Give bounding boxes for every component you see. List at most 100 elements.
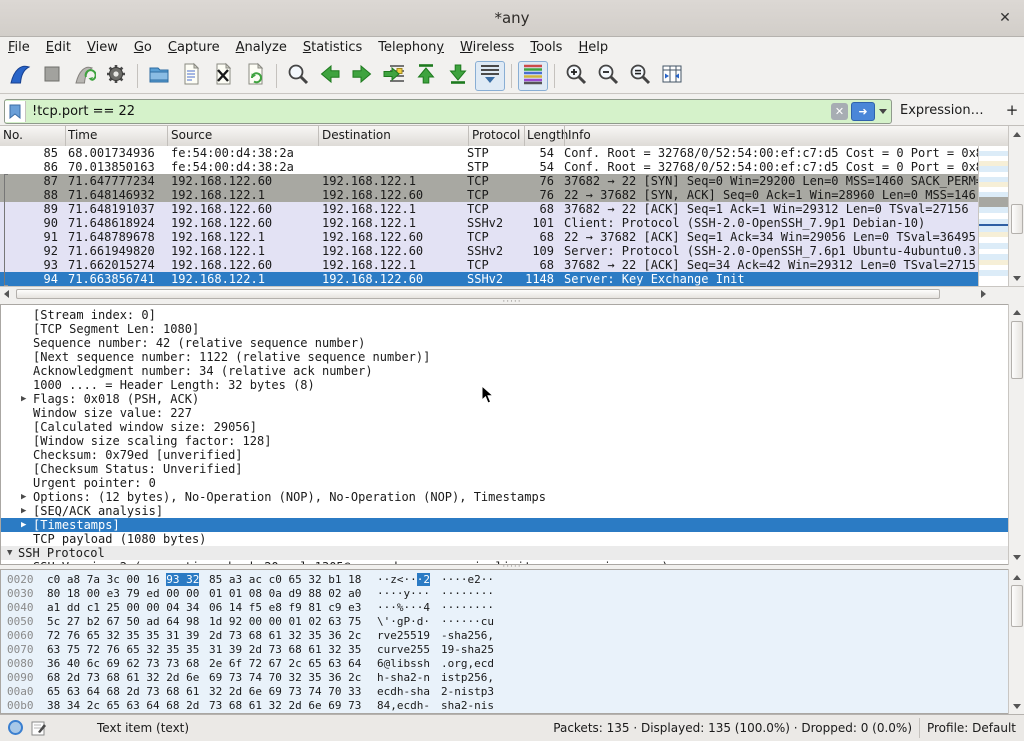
menu-wireless[interactable]: Wireless: [452, 39, 522, 56]
filter-history-caret-icon[interactable]: [877, 109, 889, 114]
expert-info-icon[interactable]: [8, 720, 23, 738]
detail-row[interactable]: ▶Flags: 0x018 (PSH, ACK): [1, 392, 1008, 406]
open-file-button[interactable]: [144, 61, 174, 91]
detail-row[interactable]: Window size value: 227: [1, 406, 1008, 420]
detail-row[interactable]: ▶Options: (12 bytes), No-Operation (NOP)…: [1, 490, 1008, 504]
capture-options-button[interactable]: [101, 61, 131, 91]
add-filter-button[interactable]: +: [1004, 99, 1020, 121]
expand-right-icon[interactable]: ▶: [21, 392, 26, 406]
menu-view[interactable]: View: [79, 39, 126, 56]
go-forward-button[interactable]: [347, 61, 377, 91]
packet-row-94[interactable]: 9471.663856741192.168.122.1192.168.122.6…: [0, 272, 978, 286]
go-back-button[interactable]: [315, 61, 345, 91]
menu-analyze[interactable]: Analyze: [228, 39, 295, 56]
packet-row-86[interactable]: 8670.013850163fe:54:00:d4:38:2aSTP54Conf…: [0, 160, 978, 174]
menu-help[interactable]: Help: [570, 39, 616, 56]
detail-row[interactable]: [Window size scaling factor: 128]: [1, 434, 1008, 448]
column-header-destination[interactable]: Destination: [322, 128, 391, 142]
packet-row-88[interactable]: 8871.648146932192.168.122.1192.168.122.6…: [0, 188, 978, 202]
filter-apply-icon[interactable]: ➜: [851, 102, 875, 121]
expand-right-icon[interactable]: ▶: [21, 518, 26, 532]
go-to-packet-button[interactable]: [379, 61, 409, 91]
close-file-button[interactable]: [208, 61, 238, 91]
expand-down-icon[interactable]: ▼: [7, 546, 12, 560]
hex-row-0050[interactable]: 00505c 27 b2 67 50 ad 64 981d 92 00 00 0…: [1, 615, 1008, 629]
capture-comment-icon[interactable]: [31, 720, 47, 739]
title-bar[interactable]: *any ✕: [0, 0, 1024, 37]
hex-row-00b0[interactable]: 00b038 34 2c 65 63 64 68 2d73 68 61 32 2…: [1, 699, 1008, 713]
detail-row[interactable]: [TCP Segment Len: 1080]: [1, 322, 1008, 336]
detail-row[interactable]: [Checksum Status: Unverified]: [1, 462, 1008, 476]
detail-row[interactable]: Acknowledgment number: 34 (relative ack …: [1, 364, 1008, 378]
bytes-vscrollbar[interactable]: [1008, 569, 1024, 714]
restart-capture-button[interactable]: [69, 61, 99, 91]
detail-row[interactable]: Urgent pointer: 0: [1, 476, 1008, 490]
detail-row[interactable]: [Next sequence number: 1122 (relative se…: [1, 350, 1008, 364]
detail-row[interactable]: ▶[SEQ/ACK analysis]: [1, 504, 1008, 518]
auto-scroll-button[interactable]: [475, 61, 505, 91]
expand-right-icon[interactable]: ▶: [21, 504, 26, 518]
close-icon[interactable]: ✕: [996, 9, 1014, 27]
packet-list-header[interactable]: No. Time Source Destination Protocol LengthIn…: [0, 126, 1008, 147]
column-header-length[interactable]: Length: [527, 128, 568, 142]
packet-row-89[interactable]: 8971.648191037192.168.122.60192.168.122.…: [0, 202, 978, 216]
details-vscrollbar[interactable]: [1008, 304, 1024, 565]
menu-tools[interactable]: Tools: [522, 39, 570, 56]
reload-file-button[interactable]: [240, 61, 270, 91]
display-filter-box[interactable]: !tcp.port == 22 ✕ ➜: [4, 99, 892, 124]
column-separator[interactable]: [318, 126, 319, 146]
detail-row[interactable]: ▶[Timestamps]: [1, 518, 1008, 532]
zoom-in-button[interactable]: [561, 61, 591, 91]
column-header-source[interactable]: Source: [171, 128, 212, 142]
packet-row-93[interactable]: 9371.662015274192.168.122.60192.168.122.…: [0, 258, 978, 272]
menu-go[interactable]: Go: [126, 39, 160, 56]
menu-file[interactable]: File: [0, 39, 38, 56]
packet-list-hscrollbar[interactable]: [0, 286, 990, 300]
hex-row-0080[interactable]: 008036 40 6c 69 62 73 73 682e 6f 72 67 2…: [1, 657, 1008, 671]
colorize-button[interactable]: [518, 61, 548, 91]
display-filter-input[interactable]: !tcp.port == 22: [26, 104, 831, 119]
zoom-out-button[interactable]: [593, 61, 623, 91]
packet-row-85[interactable]: 8568.001734936fe:54:00:d4:38:2aSTP54Conf…: [0, 146, 978, 160]
hex-row-00a0[interactable]: 00a065 63 64 68 2d 73 68 6132 2d 6e 69 7…: [1, 685, 1008, 699]
column-separator[interactable]: [524, 126, 525, 146]
filter-bookmark-icon[interactable]: [5, 101, 26, 122]
column-separator[interactable]: [564, 126, 565, 146]
expand-right-icon[interactable]: ▶: [21, 490, 26, 504]
find-packet-button[interactable]: [283, 61, 313, 91]
column-separator[interactable]: [65, 126, 66, 146]
save-file-button[interactable]: [176, 61, 206, 91]
column-header-info[interactable]: Info: [568, 128, 591, 142]
column-separator[interactable]: [468, 126, 469, 146]
column-header-no[interactable]: No.: [3, 128, 23, 142]
stop-capture-button[interactable]: [37, 61, 67, 91]
packet-row-91[interactable]: 9171.648789678192.168.122.1192.168.122.6…: [0, 230, 978, 244]
detail-row[interactable]: Checksum: 0x79ed [unverified]: [1, 448, 1008, 462]
zoom-100-button[interactable]: [625, 61, 655, 91]
packet-list-vscrollbar[interactable]: [1008, 126, 1024, 286]
menu-capture[interactable]: Capture: [160, 39, 228, 56]
resize-columns-button[interactable]: [657, 61, 687, 91]
hex-row-0060[interactable]: 006072 76 65 32 35 35 31 392d 73 68 61 3…: [1, 629, 1008, 643]
detail-row[interactable]: 1000 .... = Header Length: 32 bytes (8): [1, 378, 1008, 392]
hex-row-0070[interactable]: 007063 75 72 76 65 32 35 3531 39 2d 73 6…: [1, 643, 1008, 657]
detail-row[interactable]: TCP payload (1080 bytes): [1, 532, 1008, 546]
start-capture-button[interactable]: [5, 61, 35, 91]
filter-clear-icon[interactable]: ✕: [831, 103, 848, 120]
detail-row[interactable]: ▼SSH Protocol: [1, 546, 1008, 560]
column-header-time[interactable]: Time: [68, 128, 97, 142]
column-separator[interactable]: [167, 126, 168, 146]
column-header-protocol[interactable]: Protocol: [472, 128, 520, 142]
hex-row-0090[interactable]: 009068 2d 73 68 61 32 2d 6e69 73 74 70 3…: [1, 671, 1008, 685]
hex-row-0040[interactable]: 0040a1 dd c1 25 00 00 04 3406 14 f5 e8 f…: [1, 601, 1008, 615]
hex-row-0030[interactable]: 003080 18 00 e3 79 ed 00 0001 01 08 0a d…: [1, 587, 1008, 601]
status-profile[interactable]: Profile: Default: [927, 721, 1016, 735]
menu-telephony[interactable]: Telephony: [370, 39, 452, 56]
hex-row-0020[interactable]: 0020c0 a8 7a 3c 00 16 93 3285 a3 ac c0 6…: [1, 573, 1008, 587]
expression-button[interactable]: Expression…: [900, 103, 984, 118]
packet-row-90[interactable]: 9071.648618924192.168.122.60192.168.122.…: [0, 216, 978, 230]
detail-row[interactable]: [Calculated window size: 29056]: [1, 420, 1008, 434]
packet-row-87[interactable]: 8771.647777234192.168.122.60192.168.122.…: [0, 174, 978, 188]
menu-statistics[interactable]: Statistics: [295, 39, 370, 56]
packet-row-92[interactable]: 9271.661949820192.168.122.1192.168.122.6…: [0, 244, 978, 258]
